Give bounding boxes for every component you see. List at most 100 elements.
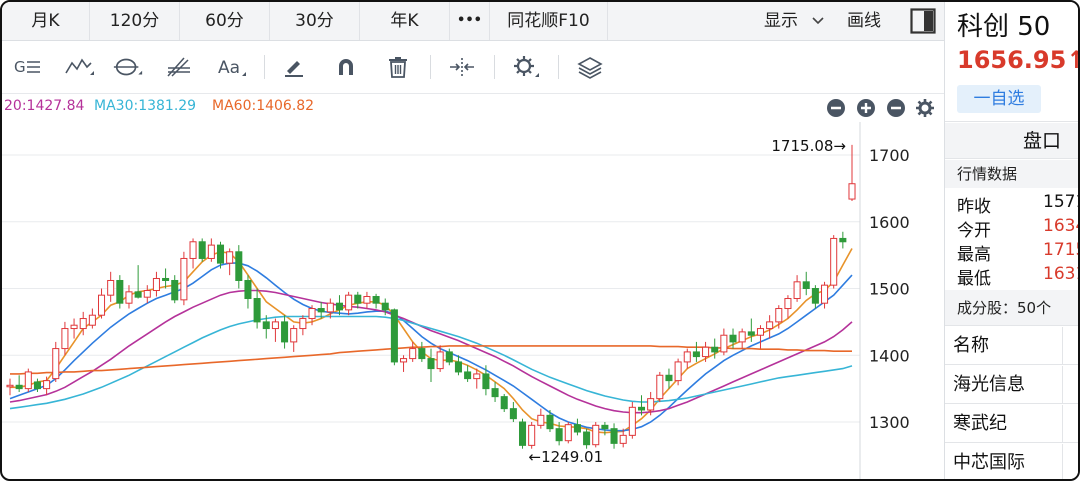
candle-body	[281, 321, 289, 343]
candle-body	[747, 331, 755, 336]
split-icon[interactable]	[446, 51, 478, 83]
candle-body	[811, 288, 819, 304]
candle-body	[61, 328, 69, 350]
candle-body	[253, 298, 261, 323]
trash-icon[interactable]	[382, 51, 414, 83]
pen-icon[interactable]	[278, 51, 310, 83]
candle-body	[821, 284, 829, 304]
current-price-row: 1656.95↑	[957, 46, 1078, 74]
more-tabs-button[interactable]: •••	[450, 2, 490, 40]
tab-f10[interactable]: 同花顺F10	[490, 2, 608, 40]
candle-body	[619, 434, 627, 444]
candle-body	[528, 424, 536, 446]
minus-icon[interactable]	[886, 98, 906, 118]
candle-body	[500, 396, 508, 410]
prev-close-label: 昨收	[957, 197, 991, 217]
candle-body	[152, 277, 160, 292]
app-window: 月K 120分 60分 30分 年K ••• 同花顺F10 显示 画线 G Aa…	[0, 0, 1080, 481]
high-annotation: 1715.08→	[771, 137, 846, 155]
y-tick-label: 1700	[869, 146, 910, 165]
low-value: 1631	[1043, 264, 1078, 284]
low-label: 最低	[957, 269, 991, 289]
candle-body	[665, 374, 673, 382]
candle-body	[400, 358, 408, 363]
candle-body	[647, 398, 655, 411]
components-count: 成分股：50个	[957, 299, 1052, 317]
magnet-icon[interactable]	[330, 51, 362, 83]
period-tab-bar: 月K 120分 60分 30分 年K ••• 同花顺F10 显示 画线	[2, 2, 944, 41]
y-tick-label: 1300	[869, 413, 910, 432]
tab-60min[interactable]: 60分	[180, 2, 270, 40]
zoom-in-icon[interactable]	[856, 98, 876, 118]
svg-text:G: G	[14, 58, 26, 76]
toolbar-divider-4	[558, 55, 559, 79]
prev-close-value: 1571	[1043, 192, 1078, 212]
candle-body	[271, 321, 279, 330]
y-tick-label: 1400	[869, 346, 910, 365]
candle-body	[464, 371, 472, 380]
candle-body	[235, 251, 243, 281]
draw-line-button[interactable]: 画线	[847, 2, 881, 40]
tab-year-k[interactable]: 年K	[360, 2, 450, 40]
candle-body	[784, 298, 792, 310]
text-tool-icon[interactable]: Aa	[216, 51, 248, 83]
candle-body	[546, 414, 554, 430]
sidebar-toggle-icon[interactable]	[910, 8, 936, 34]
candle-body	[756, 328, 764, 336]
candle-body	[564, 424, 572, 442]
candle-body	[171, 279, 179, 301]
candle-body	[729, 334, 737, 343]
candle-body	[326, 302, 334, 313]
quote-sidebar: 科创 50 1656.95↑ 一自选 盘口 行情数据 昨收 1571 今开 16…	[944, 2, 1078, 479]
candle-body	[637, 406, 646, 411]
candle-body	[418, 348, 426, 360]
price-up-arrow-icon: ↑	[1066, 46, 1078, 74]
line-draw-icon[interactable]	[64, 51, 96, 83]
candle-body	[226, 251, 234, 264]
candle-body	[24, 371, 32, 390]
candle-body	[711, 346, 719, 353]
candle-body	[98, 294, 106, 316]
settings-icon[interactable]	[510, 51, 542, 83]
candle-body	[509, 408, 517, 420]
display-menu[interactable]: 显示	[764, 2, 825, 40]
candle-body	[519, 421, 527, 446]
candle-body	[79, 318, 87, 330]
candle-body	[445, 351, 453, 363]
pankou-tab[interactable]: 盘口	[945, 123, 1078, 159]
fib-icon[interactable]	[164, 51, 196, 83]
components-row[interactable]: 成分股：50个	[945, 290, 1078, 326]
kline-chart[interactable]: 1700 1600 1500 1400 1300 1715.08→ ←1249.01	[2, 122, 944, 479]
tab-120min[interactable]: 120分	[90, 2, 180, 40]
quote-data-title: 行情数据	[957, 165, 1018, 183]
indicator-icon[interactable]: G	[12, 51, 44, 83]
candle-body	[427, 358, 435, 370]
candle-body	[802, 281, 810, 289]
layers-icon[interactable]	[574, 51, 606, 83]
candle-body	[830, 237, 838, 286]
candle-body	[692, 351, 700, 358]
candle-body	[372, 296, 380, 304]
gear-icon[interactable]	[915, 98, 935, 118]
stock-header: 科创 50 1656.95↑ 一自选	[945, 2, 1078, 122]
cycle-icon[interactable]	[112, 51, 144, 83]
candle-body	[107, 279, 115, 296]
candle-body	[738, 331, 746, 343]
tab-30min[interactable]: 30分	[270, 2, 360, 40]
add-watchlist-button[interactable]: 一自选	[957, 85, 1041, 113]
kline-chart-area[interactable]: 1700 1600 1500 1400 1300 1715.08→ ←1249.01	[2, 122, 944, 479]
zoom-out-icon[interactable]	[826, 98, 846, 118]
tab-month-k[interactable]: 月K	[2, 2, 90, 40]
ma60-label: MA60:1406.82	[212, 98, 315, 114]
candle-body	[839, 237, 847, 243]
list-item[interactable]: 海光信息	[945, 366, 1078, 404]
candle-body	[473, 373, 481, 380]
candle-body	[88, 314, 96, 326]
candle-body	[674, 361, 682, 382]
candle-body	[143, 290, 151, 298]
list-item[interactable]: 寒武纪	[945, 405, 1078, 443]
ma30-label: MA30:1381.29	[94, 98, 197, 114]
candle-body	[198, 241, 206, 259]
list-item[interactable]: 中芯国际	[945, 444, 1078, 479]
candle-body	[180, 257, 188, 301]
